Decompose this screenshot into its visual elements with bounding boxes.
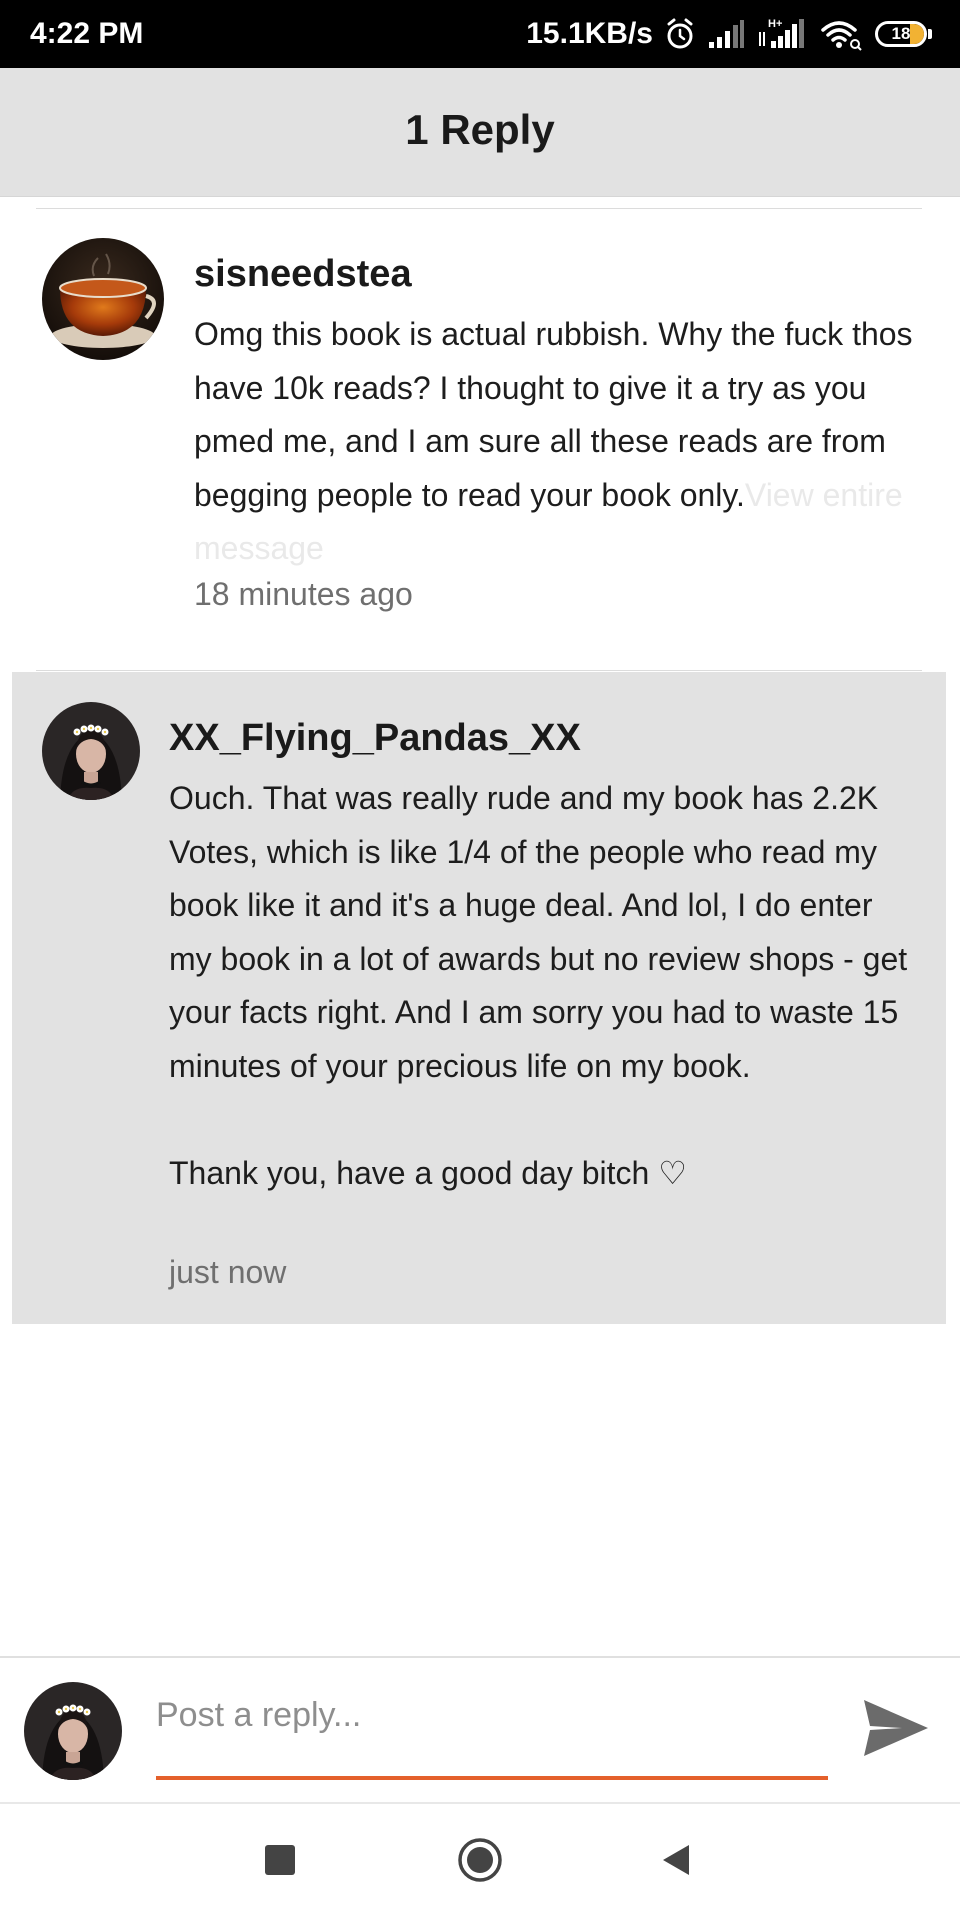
reply-comment: XX_Flying_Pandas_XX Ouch. That was reall… <box>12 672 946 1324</box>
reply-timestamp: just now <box>169 1254 287 1290</box>
comment-body: Omg this book is actual rubbish. Why the… <box>194 308 924 576</box>
comment-timestamp: 18 minutes ago <box>194 576 413 612</box>
send-button[interactable] <box>856 1690 936 1770</box>
svg-text:H+: H+ <box>768 18 782 30</box>
network-speed: 15.1KB/s <box>526 17 653 50</box>
send-icon <box>862 1696 930 1765</box>
back-triangle-icon <box>661 1843 691 1882</box>
battery-level: 18 <box>891 24 911 43</box>
page-title: 1 Reply <box>405 106 555 153</box>
home-button[interactable] <box>450 1832 510 1892</box>
reply-username[interactable]: XX_Flying_Pandas_XX <box>169 714 581 762</box>
current-user-avatar <box>24 1682 122 1780</box>
comment-username[interactable]: sisneedstea <box>194 250 412 298</box>
system-nav-bar <box>0 1804 960 1920</box>
wifi-icon <box>819 16 863 52</box>
original-comment: sisneedstea Omg this book is actual rubb… <box>0 208 960 670</box>
battery-icon: 18 <box>875 21 932 47</box>
avatar-tea-cup[interactable] <box>42 238 164 360</box>
alarm-icon <box>665 16 695 52</box>
status-bar: 4:22 PM 15.1KB/s H+ 18 <box>0 0 960 68</box>
recents-button[interactable] <box>250 1832 310 1892</box>
avatar-flower-crown-girl[interactable] <box>42 702 140 800</box>
back-button[interactable] <box>646 1832 706 1892</box>
signal-icon <box>707 16 745 52</box>
reply-input[interactable] <box>156 1690 828 1740</box>
header: 1 Reply <box>0 68 960 197</box>
divider <box>36 670 922 671</box>
reply-input-underline <box>156 1776 828 1780</box>
reply-body: Ouch. That was really rude and my book h… <box>169 780 908 1191</box>
status-indicators: 15.1KB/s H+ 18 <box>526 14 932 54</box>
home-circle-icon <box>457 1837 503 1888</box>
recents-square-icon <box>265 1844 295 1880</box>
status-time: 4:22 PM <box>30 17 144 50</box>
signal-h-plus-icon: H+ <box>757 16 807 52</box>
reply-bar <box>0 1656 960 1804</box>
